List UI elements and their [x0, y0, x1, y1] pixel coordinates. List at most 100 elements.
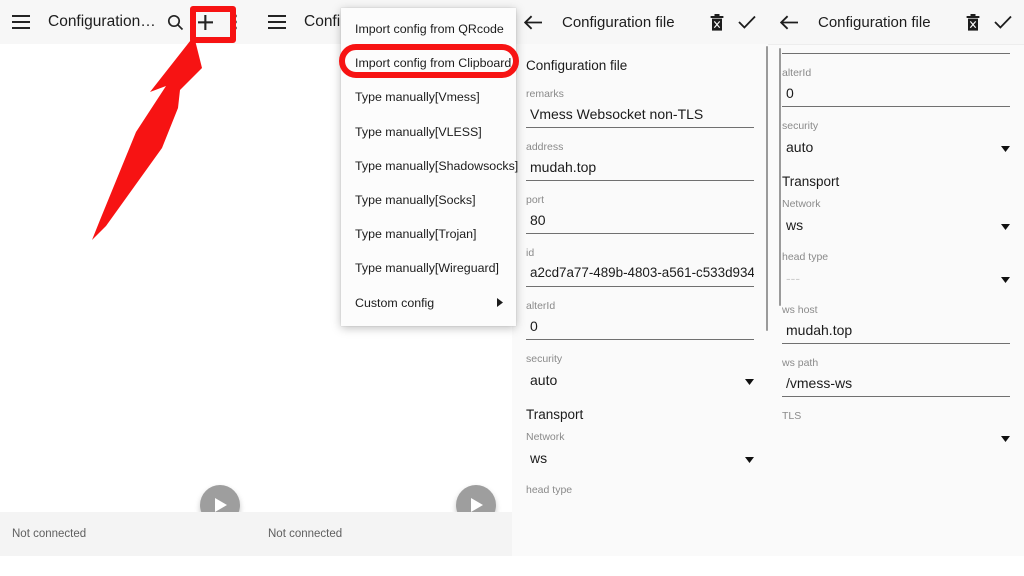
chevron-down-icon: [745, 372, 754, 388]
field-label: port: [526, 194, 545, 206]
panel1-title: Configuration…: [48, 13, 156, 30]
check-icon[interactable]: [988, 7, 1018, 37]
menu-item-label: Type manually[VLESS]: [355, 124, 482, 139]
field-alterid: alterId 0: [526, 287, 754, 340]
panel4-appbar: Configuration file: [768, 0, 1024, 44]
address-input[interactable]: mudah.top: [526, 154, 754, 181]
id-input[interactable]: a2cd7a77-489b-4803-a561-c533d93478: [526, 260, 754, 287]
tls-select[interactable]: [782, 423, 1010, 450]
chevron-down-icon: [1001, 270, 1010, 286]
security-select-value: auto: [530, 371, 558, 388]
back-arrow-icon[interactable]: [774, 7, 804, 37]
add-config-dropdown-menu: Import config from QRcode Import config …: [341, 8, 519, 326]
menu-item-type-trojan[interactable]: Type manually[Trojan]: [341, 217, 516, 251]
field-label: alterId: [782, 67, 812, 79]
field-port: port 80: [526, 181, 754, 234]
menu-item-label: Type manually[Vmess]: [355, 90, 480, 105]
field-ws-host: ws host mudah.top: [782, 291, 1010, 344]
menu-item-label: Import config from Clipboard: [355, 56, 512, 71]
port-input[interactable]: 80: [526, 207, 754, 234]
check-icon[interactable]: [732, 7, 762, 37]
panel-config-list: Configuration… Not connected: [0, 0, 256, 556]
network-select[interactable]: ws: [782, 211, 1010, 238]
panel3-section-heading: Configuration file: [526, 58, 628, 73]
menu-item-type-vmess[interactable]: Type manually[Vmess]: [341, 80, 516, 114]
field-head-type: head type ---: [782, 238, 1010, 291]
security-select-value: auto: [786, 138, 814, 155]
alterid-input[interactable]: 0: [526, 313, 754, 340]
chevron-down-icon: [745, 450, 754, 466]
panel3-appbar: Configuration file: [512, 0, 768, 44]
panel4-title: Configuration file: [818, 13, 931, 31]
ws-host-input[interactable]: mudah.top: [782, 317, 1010, 344]
chevron-down-icon: [1001, 429, 1010, 445]
panel4-body: alterId 0 security auto Transport Networ…: [768, 46, 1024, 556]
menu-item-label: Import config from QRcode: [355, 22, 504, 37]
field-label: Network: [526, 431, 565, 443]
field-label: id: [526, 247, 535, 259]
panel2-statusbar: Not connected: [256, 512, 512, 556]
menu-item-type-socks[interactable]: Type manually[Socks]: [341, 183, 516, 217]
field-network: Network ws: [782, 191, 1010, 238]
security-select[interactable]: auto: [782, 133, 1010, 160]
field-label: ws host: [782, 304, 818, 316]
trash-icon[interactable]: [702, 7, 732, 37]
field-remarks: remarks Vmess Websocket non-TLS: [526, 75, 754, 128]
menu-item-import-qrcode[interactable]: Import config from QRcode: [341, 12, 516, 46]
panel-configuration-file-top: Configuration file Configuration file re…: [512, 0, 768, 556]
hamburger-icon[interactable]: [6, 7, 36, 37]
menu-item-type-vless[interactable]: Type manually[VLESS]: [341, 115, 516, 149]
field-label: head type: [782, 251, 829, 263]
back-arrow-icon[interactable]: [518, 7, 548, 37]
partial-field-underline: [782, 46, 1010, 54]
field-label: head type: [526, 484, 573, 496]
menu-item-custom-config[interactable]: Custom config: [341, 286, 516, 320]
field-label: security: [526, 353, 563, 365]
field-label: remarks: [526, 88, 564, 100]
network-select[interactable]: ws: [526, 444, 754, 471]
panel-configuration-file-scrolled: Configuration file alterId 0 security au: [768, 0, 1024, 556]
alterid-input[interactable]: 0: [782, 80, 1010, 107]
field-label: ws path: [782, 357, 819, 369]
chevron-down-icon: [1001, 139, 1010, 155]
panel1-status-text: Not connected: [12, 528, 87, 540]
network-select-value: ws: [530, 449, 548, 466]
field-id: id a2cd7a77-489b-4803-a561-c533d93478: [526, 234, 754, 287]
more-vert-icon[interactable]: [220, 7, 250, 37]
ws-path-input[interactable]: /vmess-ws: [782, 370, 1010, 397]
screenshot-root: Configuration… Not connected Confi Not c…: [0, 0, 1024, 576]
head-type-select[interactable]: ---: [782, 264, 1010, 291]
panel4-scrollbar[interactable]: [779, 48, 781, 306]
hamburger-icon[interactable]: [262, 7, 292, 37]
panel2-status-text: Not connected: [268, 528, 343, 540]
remarks-input[interactable]: Vmess Websocket non-TLS: [526, 101, 754, 128]
panel3-form: Configuration file remarks Vmess Websock…: [512, 44, 768, 497]
menu-item-type-wireguard[interactable]: Type manually[Wireguard]: [341, 251, 516, 285]
field-label: alterId: [526, 300, 556, 312]
panel4-transport-heading: Transport: [782, 174, 840, 189]
chevron-right-icon: [497, 296, 503, 310]
field-network: Network ws: [526, 424, 754, 471]
panel3-transport-heading: Transport: [526, 407, 584, 422]
field-address: address mudah.top: [526, 128, 754, 181]
panel3-body: Configuration file remarks Vmess Websock…: [512, 44, 768, 556]
security-select[interactable]: auto: [526, 366, 754, 393]
menu-item-label: Type manually[Trojan]: [355, 227, 477, 242]
panel1-statusbar: Not connected: [0, 512, 256, 556]
field-label: security: [782, 120, 819, 132]
menu-item-label: Type manually[Shadowsocks]: [355, 158, 519, 173]
head-type-select-value: ---: [786, 269, 800, 286]
field-tls: TLS: [782, 397, 1010, 450]
panel1-appbar: Configuration…: [0, 0, 256, 44]
panel1-body: Not connected: [0, 44, 256, 556]
plus-icon[interactable]: [190, 7, 220, 37]
trash-icon[interactable]: [958, 7, 988, 37]
panel3-title: Configuration file: [562, 13, 675, 31]
menu-item-label: Type manually[Wireguard]: [355, 261, 499, 276]
field-label: TLS: [782, 410, 802, 422]
search-icon[interactable]: [160, 7, 190, 37]
field-ws-path: ws path /vmess-ws: [782, 344, 1010, 397]
menu-item-import-clipboard[interactable]: Import config from Clipboard: [341, 46, 516, 80]
field-alterid: alterId 0: [782, 54, 1010, 107]
menu-item-type-shadowsocks[interactable]: Type manually[Shadowsocks]: [341, 149, 519, 183]
